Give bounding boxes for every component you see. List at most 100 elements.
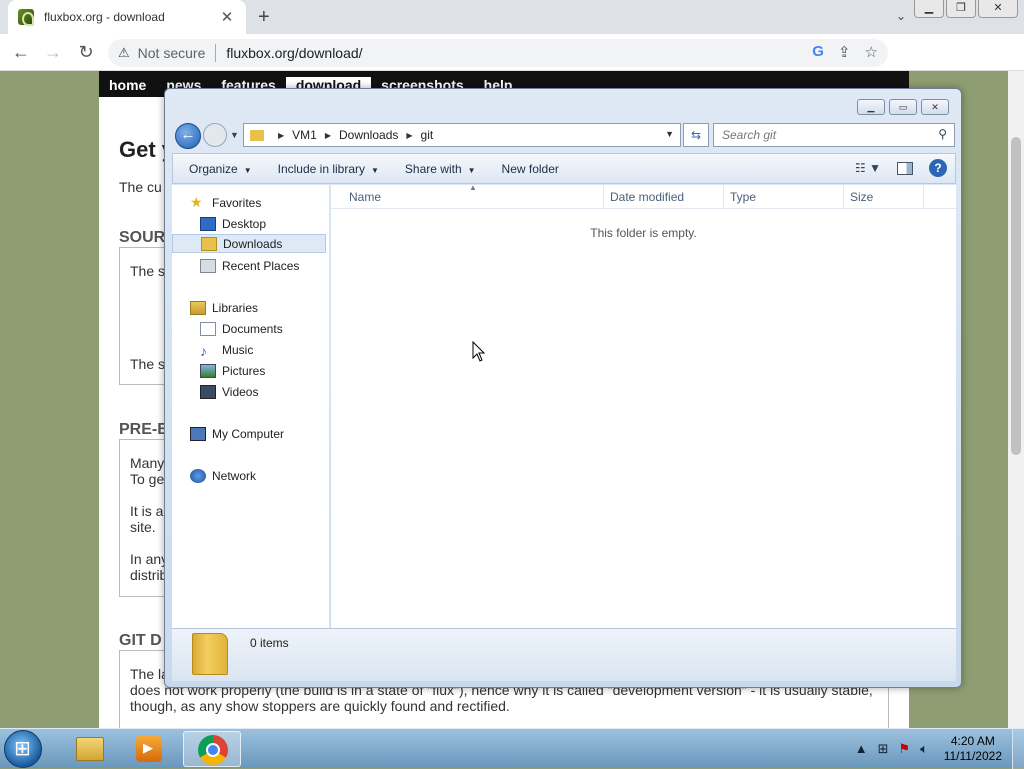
nav-downloads[interactable]: Downloads	[172, 234, 326, 253]
breadcrumb-downloads[interactable]: Downloads	[339, 128, 398, 142]
window-controls: ▁ ❐ ✕	[914, 0, 1018, 18]
folder-icon	[192, 633, 228, 675]
prebuilt-text-6: distrib	[130, 567, 168, 583]
column-divider[interactable]	[723, 185, 724, 209]
share-icon[interactable]: ⇪	[838, 43, 851, 61]
column-divider[interactable]	[923, 185, 924, 209]
site-nav-home[interactable]: home	[99, 77, 156, 97]
column-divider[interactable]	[603, 185, 604, 209]
navigation-pane: ★ Favorites Desktop Downloads Recent Pla…	[172, 185, 330, 628]
page-scrollbar[interactable]	[1008, 71, 1024, 728]
crumb-arrow-icon[interactable]: ▶	[325, 131, 331, 140]
details-pane: 0 items	[172, 628, 956, 681]
warning-icon[interactable]: ⚠	[118, 45, 130, 61]
breadcrumb-git[interactable]: git	[421, 128, 434, 142]
explorer-window: ▁ ▭ ✕ ← ▼ ▶ VM1 ▶ Downloads ▶ git ▼ ⇆ Se…	[164, 88, 962, 688]
change-view-icon[interactable]: ☷ ▼	[855, 161, 881, 175]
help-icon[interactable]: ?	[929, 159, 947, 177]
source-text-1: The s	[130, 263, 166, 279]
address-dropdown-icon[interactable]: ▼	[665, 129, 674, 139]
nav-desktop-label: Desktop	[222, 216, 267, 231]
new-tab-icon[interactable]: +	[258, 6, 270, 29]
source-text-2: The s	[130, 356, 166, 372]
taskbar-chrome[interactable]	[183, 731, 241, 767]
page-scroll-thumb[interactable]	[1011, 137, 1021, 455]
nav-recent-places[interactable]: Recent Places	[200, 256, 299, 275]
file-list[interactable]: ▲ Name Date modified Type Size This fold…	[331, 183, 956, 628]
libraries-icon	[190, 300, 206, 315]
taskbar-media-player[interactable]	[120, 731, 178, 767]
desktop-icon	[200, 216, 216, 231]
column-date-modified[interactable]: Date modified	[610, 190, 684, 210]
column-size[interactable]: Size	[850, 190, 873, 210]
share-with-button[interactable]: Share with ▼	[405, 162, 476, 176]
crumb-arrow-icon[interactable]: ▶	[406, 131, 412, 140]
explorer-close-icon[interactable]: ✕	[921, 99, 949, 115]
tab-close-icon[interactable]: ✕	[218, 8, 236, 26]
tab-search-chevron-icon[interactable]: ⌄	[896, 9, 906, 23]
taskbar-clock[interactable]: 4:20 AM 11/11/2022	[944, 734, 1002, 764]
restore-icon[interactable]: ❐	[946, 0, 976, 18]
nav-network[interactable]: Network	[190, 466, 256, 485]
recent-pages-chevron-icon[interactable]: ▼	[230, 130, 239, 140]
nav-my-computer[interactable]: My Computer	[190, 424, 284, 443]
tray-network-icon[interactable]: ⊞	[878, 741, 889, 757]
organize-label: Organize	[189, 161, 238, 176]
close-icon[interactable]: ✕	[978, 0, 1018, 18]
explorer-refresh-icon[interactable]: ⇆	[683, 123, 709, 147]
nav-libraries[interactable]: Libraries	[190, 298, 258, 317]
include-in-library-button[interactable]: Include in library ▼	[278, 162, 379, 176]
column-type[interactable]: Type	[730, 190, 756, 210]
nav-pictures[interactable]: Pictures	[200, 361, 265, 380]
browser-tab[interactable]: fluxbox.org - download ✕	[8, 0, 246, 34]
nav-recent-places-label: Recent Places	[222, 258, 300, 273]
forward-arrow-icon[interactable]: →	[42, 42, 64, 63]
new-folder-button[interactable]: New folder	[502, 162, 559, 176]
show-desktop-button[interactable]	[1012, 729, 1024, 769]
nav-documents[interactable]: Documents	[200, 319, 283, 338]
nav-libraries-label: Libraries	[212, 300, 259, 315]
nav-desktop[interactable]: Desktop	[200, 214, 266, 233]
minimize-icon[interactable]: ▁	[914, 0, 944, 18]
preview-pane-icon[interactable]	[897, 161, 913, 175]
explorer-back-icon[interactable]: ←	[175, 123, 201, 149]
tray-expand-icon[interactable]: ▲	[855, 741, 868, 757]
url-text[interactable]: fluxbox.org/download/	[226, 45, 362, 61]
nav-favorites[interactable]: ★ Favorites	[190, 193, 261, 212]
tray-volume-icon[interactable]: 🔈︎	[920, 741, 928, 757]
google-icon[interactable]: G	[812, 43, 824, 61]
network-icon	[190, 468, 206, 483]
column-divider[interactable]	[843, 185, 844, 209]
nav-my-computer-label: My Computer	[212, 426, 285, 441]
search-icon[interactable]: ⚲	[938, 127, 947, 141]
prebuilt-text-3: It is a	[130, 503, 164, 519]
explorer-search-input[interactable]: Search git	[713, 123, 955, 147]
column-name[interactable]: Name	[349, 190, 381, 210]
taskbar-explorer[interactable]	[60, 731, 118, 767]
nav-music[interactable]: ♪ Music	[200, 340, 253, 359]
explorer-minimize-icon[interactable]: ▁	[857, 99, 885, 115]
address-bar[interactable]: ⚠ Not secure fluxbox.org/download/ G ⇪ ☆	[108, 39, 888, 67]
breadcrumb-vm1[interactable]: VM1	[292, 128, 317, 142]
downloads-folder-icon	[201, 236, 217, 251]
start-button[interactable]	[4, 730, 42, 768]
crumb-arrow-icon[interactable]: ▶	[278, 131, 284, 140]
explorer-address-bar[interactable]: ▶ VM1 ▶ Downloads ▶ git ▼	[243, 123, 681, 147]
nav-videos[interactable]: Videos	[200, 382, 258, 401]
explorer-forward-icon[interactable]	[203, 123, 227, 147]
reload-icon[interactable]: ↻	[75, 42, 97, 63]
not-secure-label[interactable]: Not secure	[138, 45, 206, 61]
clock-date: 11/11/2022	[943, 749, 1002, 763]
address-folder-icon	[250, 129, 264, 141]
nav-videos-label: Videos	[222, 384, 259, 399]
nav-network-label: Network	[212, 468, 257, 483]
taskbar: ▲ ⊞ ⚑ 🔈︎ 4:20 AM 11/11/2022	[0, 728, 1024, 769]
bookmark-star-icon[interactable]: ☆	[865, 43, 878, 61]
source-heading: SOUR	[119, 229, 166, 246]
explorer-maximize-icon[interactable]: ▭	[889, 99, 917, 115]
tray-flag-icon[interactable]: ⚑	[899, 741, 911, 757]
explorer-folder-icon	[76, 737, 104, 761]
item-count: 0 items	[250, 636, 289, 650]
back-arrow-icon[interactable]: ←	[10, 42, 32, 63]
organize-button[interactable]: Organize ▼	[189, 162, 252, 176]
